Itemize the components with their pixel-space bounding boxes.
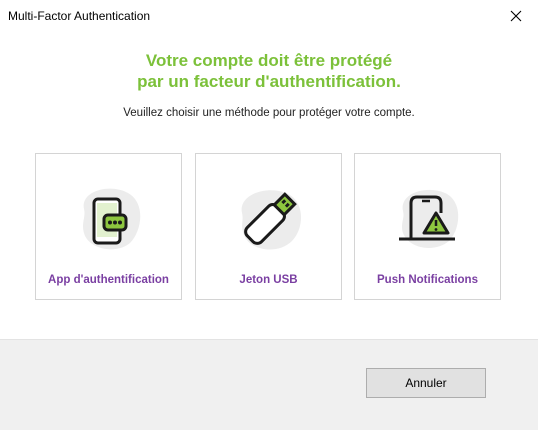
authenticator-app-icon	[83, 188, 141, 250]
method-card-usb-token[interactable]: Jeton USB	[195, 153, 342, 300]
close-button[interactable]	[494, 0, 538, 32]
method-card-authenticator-app[interactable]: App d'authentification	[35, 153, 182, 300]
usb-token-icon	[241, 190, 302, 250]
cancel-button[interactable]: Annuler	[366, 368, 486, 398]
method-label: Jeton USB	[239, 274, 298, 286]
page-heading: Votre compte doit être protégé par un fa…	[0, 50, 538, 92]
method-card-push-notifications[interactable]: Push Notifications	[354, 153, 501, 300]
push-notification-icon	[399, 189, 459, 248]
method-label: App d'authentification	[48, 274, 169, 286]
method-label: Push Notifications	[377, 274, 478, 286]
title-bar: Multi-Factor Authentication	[0, 0, 538, 32]
heading-line-2: par un facteur d'authentification.	[137, 72, 401, 91]
window-title: Multi-Factor Authentication	[8, 9, 151, 23]
heading-line-1: Votre compte doit être protégé	[145, 51, 393, 70]
close-icon	[510, 10, 522, 22]
page-subtitle: Veuillez choisir une méthode pour protég…	[123, 107, 415, 119]
